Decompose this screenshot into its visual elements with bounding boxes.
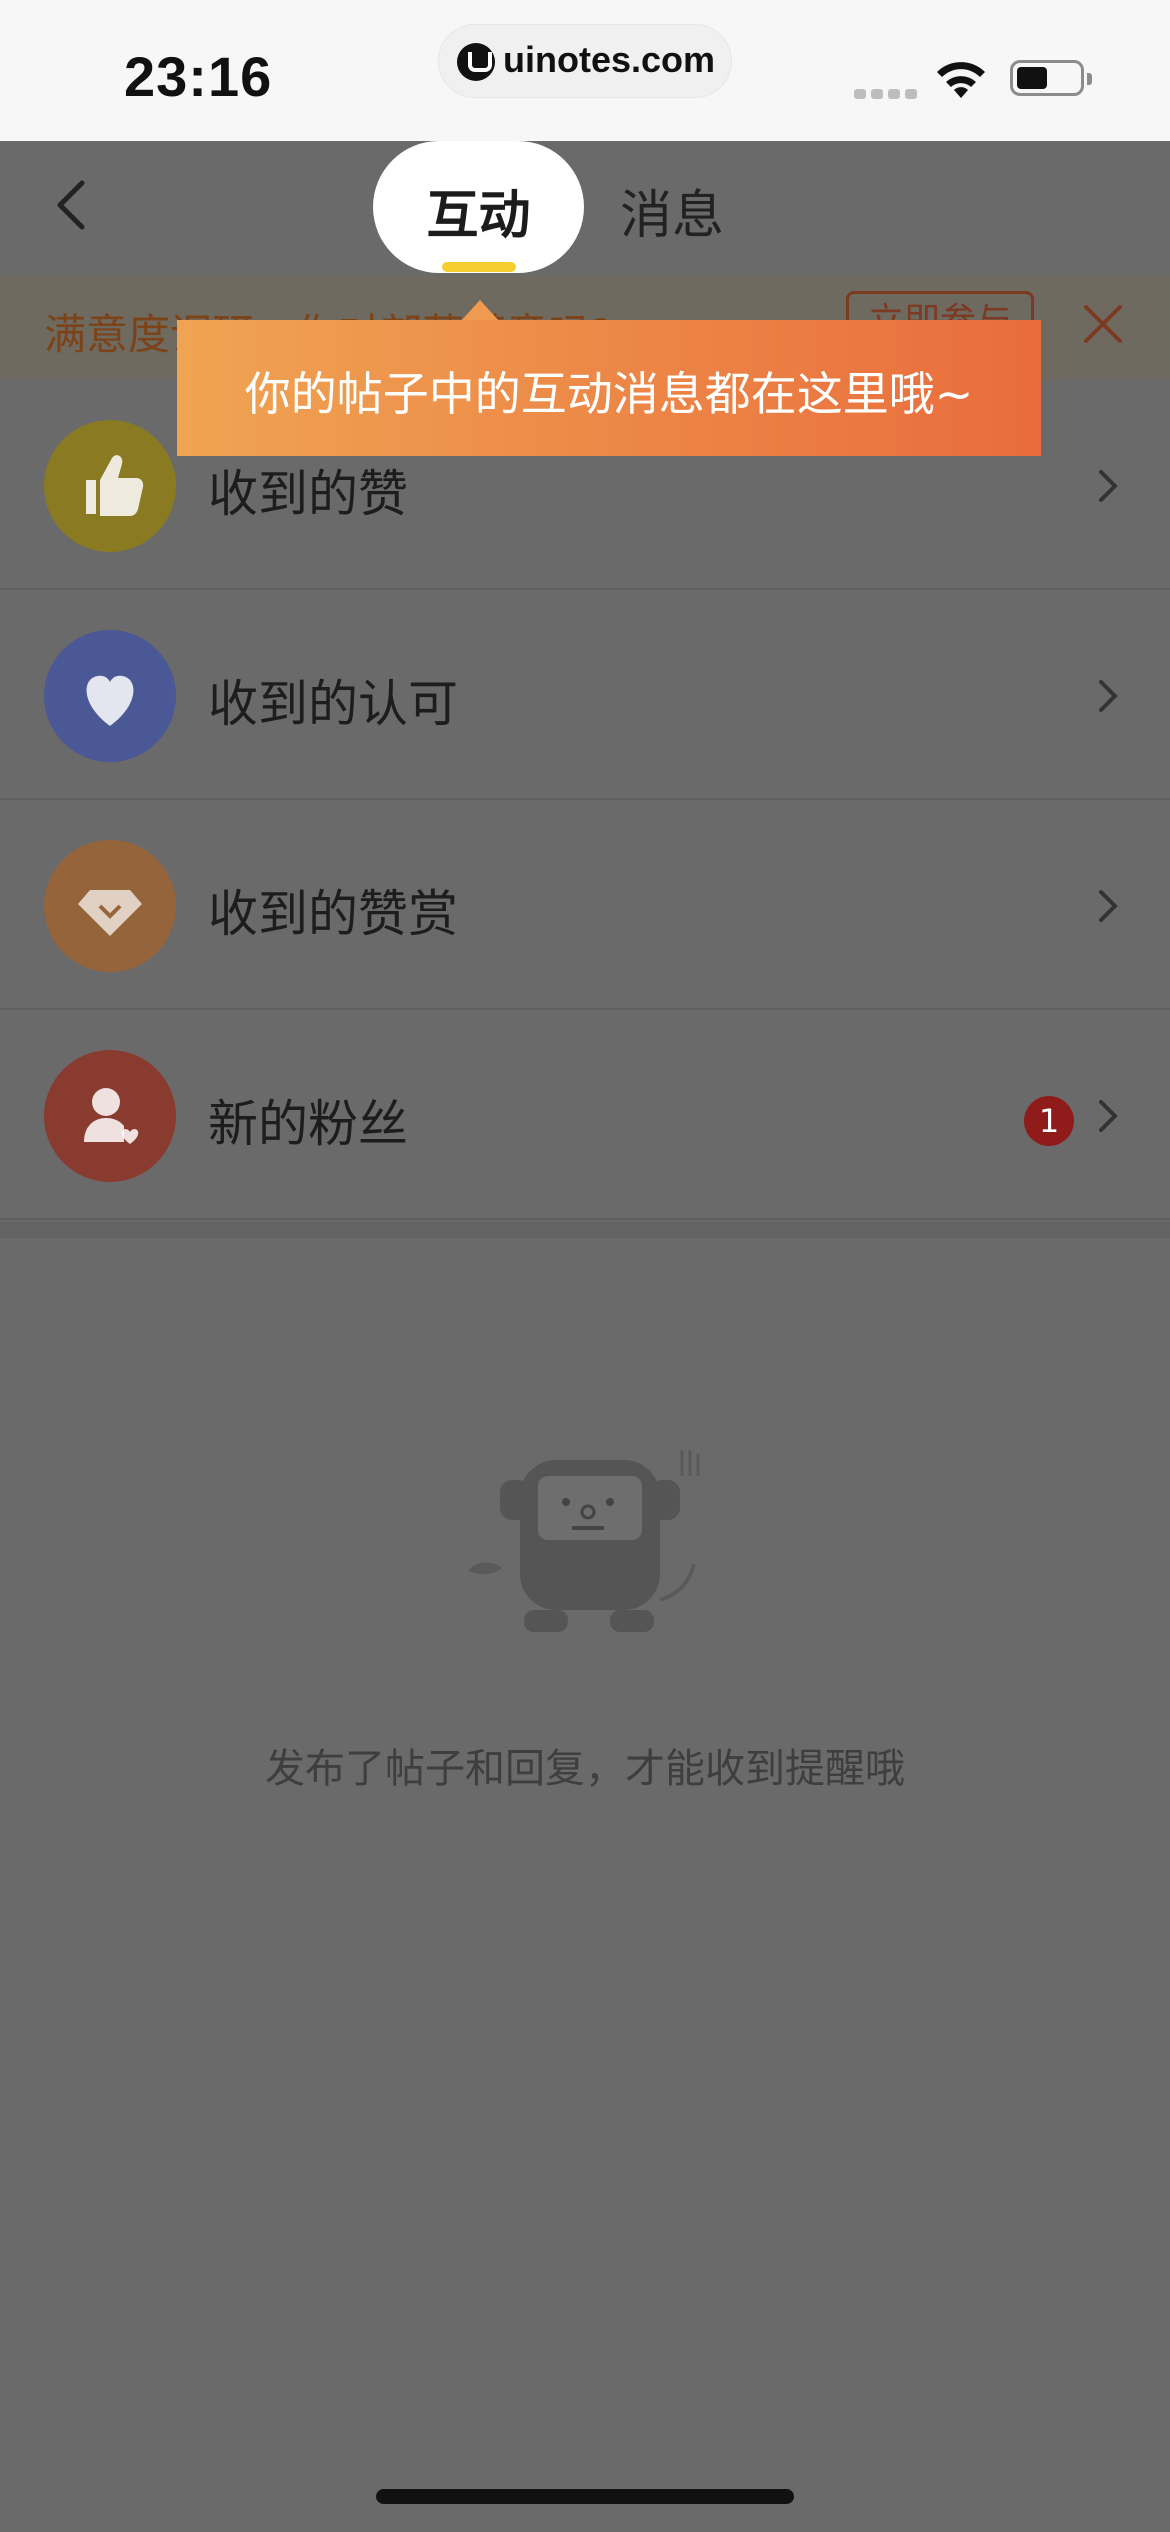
list-item-rewards[interactable]: 收到的赞赏 [0,800,1170,1010]
url-text: uinotes.com [503,39,716,80]
tab-interact[interactable]: 互动 [373,141,584,273]
tab-message[interactable]: 消息 [620,173,724,248]
url-pill[interactable]: uinotes.com [438,24,732,98]
battery-icon [1010,60,1092,96]
status-time: 23:16 [124,45,273,108]
wifi-icon [937,62,985,98]
chevron-right-icon [1099,680,1118,712]
list-item-followers[interactable]: 新的粉丝 1 [0,1010,1170,1220]
user-heart-icon [44,1050,176,1182]
home-indicator[interactable] [376,2489,794,2504]
close-icon[interactable] [1080,301,1126,347]
list-item-label: 收到的认可 [208,675,458,733]
heart-icon [44,630,176,762]
list-item-approvals[interactable]: 收到的认可 [0,590,1170,800]
diamond-icon [44,840,176,972]
signal-icon [854,84,922,103]
list-item-label: 收到的赞 [208,465,408,523]
status-bar: 23:16 uinotes.com [0,0,1170,141]
nav-bar: 互动 消息 [0,141,1170,273]
tab-interact-label: 互动 [426,186,531,246]
chevron-right-icon [1099,470,1118,502]
interaction-list: 收到的赞 收到的认可 收到的赞赏 新的粉丝 1 [0,380,1170,1220]
chevron-left-icon[interactable] [44,175,104,235]
chevron-right-icon [1099,890,1118,922]
tab-active-indicator [442,262,516,272]
tooltip-arrow [460,300,500,322]
site-logo-icon [457,43,495,81]
tooltip-text: 你的帖子中的互动消息都在这里哦~ [244,367,974,421]
thumbs-up-icon [44,420,176,552]
list-item-label: 收到的赞赏 [208,885,458,943]
chevron-right-icon [1099,1100,1118,1132]
notification-badge: 1 [1024,1096,1074,1146]
mascot-illustration [468,1450,700,1632]
tooltip[interactable]: 你的帖子中的互动消息都在这里哦~ [177,320,1041,456]
empty-state-text: 发布了帖子和回复，才能收到提醒哦 [265,1746,905,1792]
list-item-label: 新的粉丝 [208,1095,408,1153]
section-divider [0,1222,1170,1238]
